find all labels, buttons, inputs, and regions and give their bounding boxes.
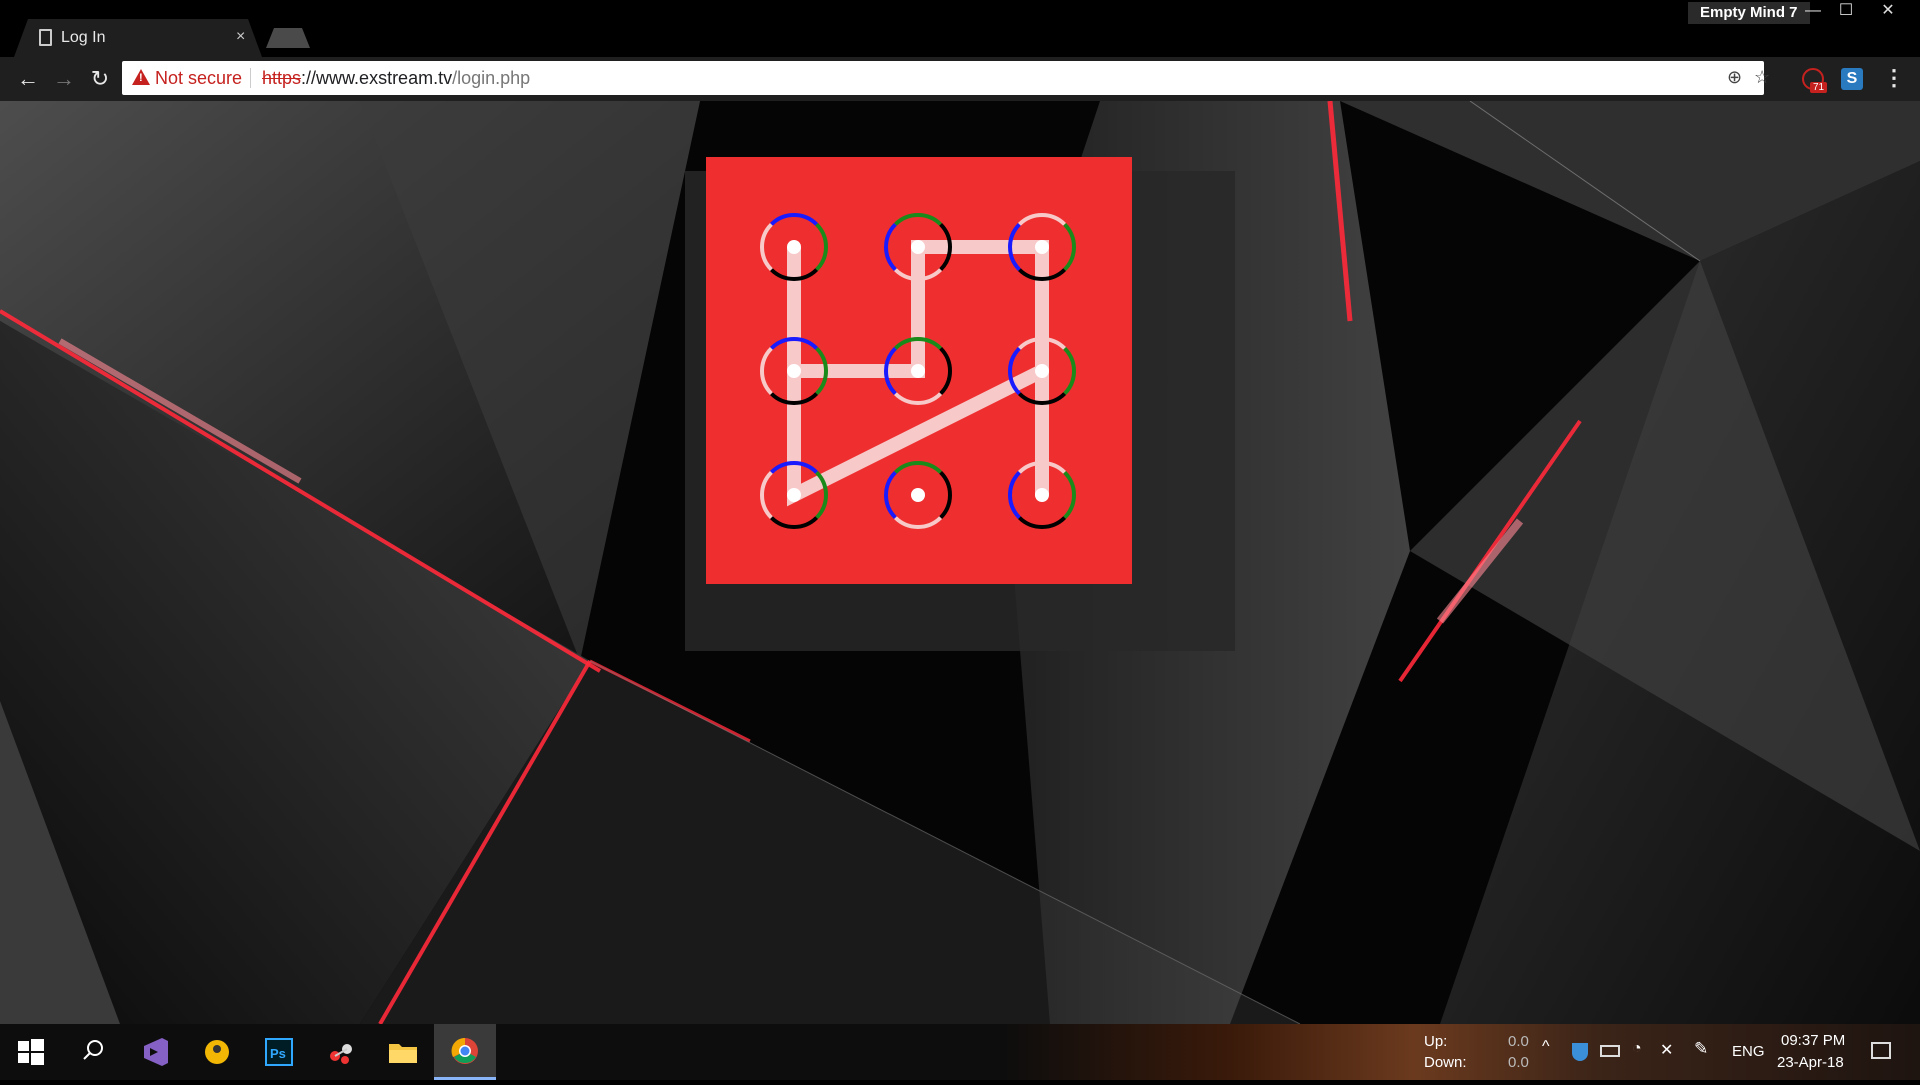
url-text[interactable]: https://www.exstream.tv/login.php bbox=[262, 68, 530, 89]
pattern-node-dot bbox=[911, 240, 925, 254]
url-path: /login.php bbox=[452, 68, 531, 88]
pattern-node-ring-arc bbox=[1017, 516, 1067, 529]
pattern-node-ring-arc bbox=[1008, 470, 1021, 520]
action-center-icon[interactable] bbox=[1871, 1042, 1891, 1059]
pattern-node-ring-arc bbox=[893, 461, 943, 474]
net-up-label: Up: bbox=[1424, 1033, 1448, 1050]
url-scheme-separator: :// bbox=[301, 68, 317, 88]
tab-title: Log In bbox=[61, 29, 106, 46]
pattern-node-ring-arc bbox=[884, 470, 897, 520]
net-up-value: 0.0 bbox=[1508, 1033, 1529, 1050]
browser-toolbar: ← → ↻ ! Not secure https://www.exstream.… bbox=[0, 57, 1920, 101]
search-icon bbox=[83, 1040, 103, 1060]
pattern-node-ring-arc bbox=[893, 213, 943, 226]
volume-muted-icon[interactable]: ✕ bbox=[1660, 1040, 1673, 1060]
pattern-node-ring-arc bbox=[939, 470, 952, 520]
folder-icon bbox=[389, 1044, 417, 1063]
pattern-node-ring-arc bbox=[939, 346, 952, 396]
browser-menu-button[interactable]: ⋮ bbox=[1883, 65, 1905, 91]
pen-icon[interactable]: ✎ bbox=[1694, 1039, 1708, 1059]
show-hidden-icons-icon[interactable]: ^ bbox=[1542, 1038, 1550, 1056]
clock-time[interactable]: 09:37 PM bbox=[1781, 1032, 1845, 1049]
reload-button[interactable]: ↻ bbox=[86, 66, 114, 92]
pattern-node-ring-arc bbox=[769, 516, 819, 529]
taskbar-chrome[interactable] bbox=[434, 1024, 496, 1080]
battery-icon[interactable] bbox=[1600, 1045, 1620, 1057]
net-down-value: 0.0 bbox=[1508, 1054, 1529, 1071]
profile-name-button[interactable]: Empty Mind 7 bbox=[1688, 2, 1810, 24]
windows-logo-icon bbox=[18, 1039, 44, 1065]
page-viewport bbox=[0, 101, 1920, 1024]
clock-date[interactable]: 23-Apr-18 bbox=[1777, 1054, 1844, 1071]
svg-text:Ps: Ps bbox=[270, 1046, 286, 1061]
pattern-node-ring-arc bbox=[893, 516, 943, 529]
pattern-node-ring-arc bbox=[760, 346, 773, 396]
taskbar-photoshop[interactable]: Ps bbox=[248, 1024, 310, 1080]
new-tab-button[interactable] bbox=[266, 28, 310, 48]
pattern-node-dot bbox=[1035, 240, 1049, 254]
language-indicator[interactable]: ENG bbox=[1732, 1043, 1765, 1060]
forward-button[interactable]: → bbox=[50, 66, 78, 92]
molecule-icon bbox=[330, 1044, 352, 1064]
taskbar-file-explorer[interactable] bbox=[372, 1024, 434, 1080]
back-button[interactable]: ← bbox=[14, 66, 42, 92]
taskbar-app-molecule[interactable] bbox=[310, 1024, 372, 1080]
wifi-icon[interactable]: ◔ bbox=[1632, 1040, 1642, 1058]
maximize-button[interactable]: ☐ bbox=[1828, 0, 1864, 24]
address-bar[interactable]: ! Not secure https://www.exstream.tv/log… bbox=[122, 61, 1770, 95]
pattern-lock[interactable] bbox=[706, 157, 1132, 584]
photoshop-icon: Ps bbox=[265, 1038, 293, 1066]
pattern-node-dot bbox=[911, 488, 925, 502]
close-window-button[interactable]: ✕ bbox=[1870, 0, 1906, 24]
tab-close-icon[interactable]: × bbox=[236, 28, 245, 46]
extension-badge: 71 bbox=[1810, 82, 1828, 93]
search-button[interactable] bbox=[62, 1024, 124, 1080]
pattern-node-ring-arc bbox=[815, 222, 828, 272]
pattern-node-ring-arc bbox=[1063, 346, 1076, 396]
pattern-node-ring-arc bbox=[1063, 222, 1076, 272]
windows-taskbar: Ps Up: Down: 0.0 0.0 ^ ◔ ✕ ✎ ENG 09:37 P… bbox=[0, 1024, 1920, 1080]
pattern-node-ring-arc bbox=[760, 470, 773, 520]
pattern-node-dot bbox=[787, 488, 801, 502]
bookmark-star-icon[interactable]: ☆ bbox=[1754, 67, 1770, 88]
extension-s-icon[interactable]: S bbox=[1841, 68, 1863, 90]
address-separator bbox=[250, 68, 251, 88]
browser-title-bar: Log In × Empty Mind 7 — ☐ ✕ bbox=[0, 0, 1920, 57]
warning-exclamation: ! bbox=[139, 72, 143, 84]
security-indicator[interactable]: Not secure bbox=[155, 68, 242, 89]
pattern-node-ring-arc bbox=[1017, 213, 1067, 226]
pattern-node-dot bbox=[787, 364, 801, 378]
tab-log-in[interactable]: Log In × bbox=[14, 19, 262, 57]
minimize-button[interactable]: — bbox=[1795, 0, 1831, 24]
url-host: www.exstream.tv bbox=[316, 68, 453, 88]
net-down-label: Down: bbox=[1424, 1054, 1467, 1071]
pattern-node-dot bbox=[1035, 364, 1049, 378]
pattern-node-8[interactable] bbox=[884, 461, 952, 529]
user-avatar-icon bbox=[205, 1040, 229, 1064]
start-button[interactable] bbox=[0, 1024, 62, 1080]
chrome-icon bbox=[451, 1037, 478, 1064]
zoom-icon[interactable]: ⊕ bbox=[1727, 67, 1742, 88]
pattern-node-dot bbox=[911, 364, 925, 378]
pattern-node-ring-arc bbox=[1063, 470, 1076, 520]
pattern-lock-canvas[interactable] bbox=[706, 157, 1132, 584]
pattern-node-dot bbox=[787, 240, 801, 254]
pattern-node-dot bbox=[1035, 488, 1049, 502]
defender-shield-icon[interactable] bbox=[1572, 1043, 1588, 1061]
page-icon bbox=[39, 29, 52, 46]
pattern-node-ring-arc bbox=[760, 222, 773, 272]
pattern-node-ring-arc bbox=[884, 222, 897, 272]
taskbar-app-yellow[interactable] bbox=[186, 1024, 248, 1080]
taskbar-visual-studio[interactable] bbox=[124, 1024, 186, 1080]
url-scheme: https bbox=[262, 68, 302, 88]
pattern-node-ring-arc bbox=[769, 213, 819, 226]
pattern-node-ring-arc bbox=[893, 392, 943, 405]
visual-studio-icon bbox=[144, 1038, 168, 1066]
